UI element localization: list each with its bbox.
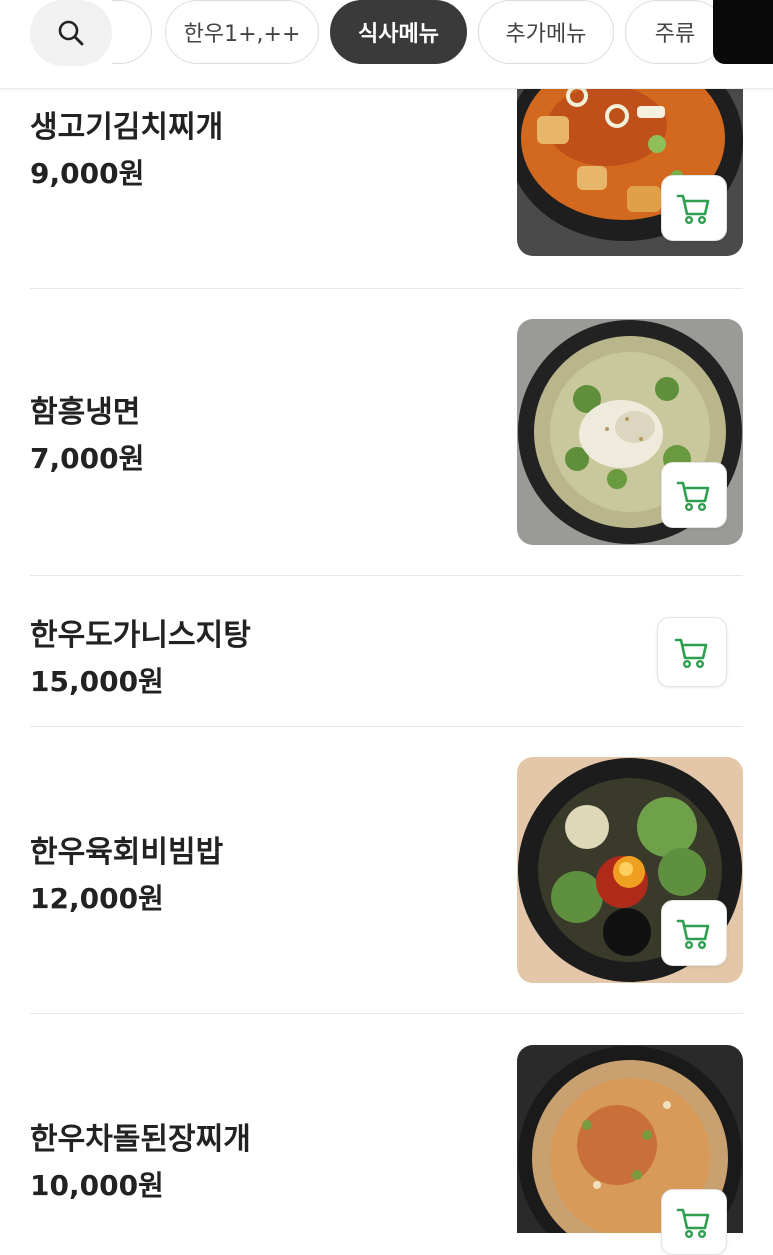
add-to-cart-button[interactable]: [657, 617, 727, 687]
item-name: 생고기김치찌개: [30, 110, 224, 145]
item-price: 12,000원: [30, 882, 164, 915]
add-to-cart-button[interactable]: [661, 462, 727, 528]
menu-item[interactable]: 한우도가니스지탕 15,000원: [30, 576, 743, 727]
cart-icon: [676, 1208, 710, 1239]
item-price: 7,000원: [30, 442, 145, 475]
category-tab-partial[interactable]: [112, 0, 152, 64]
tab-extra-menu[interactable]: 추가메뉴: [478, 0, 614, 64]
item-price: 15,000원: [30, 665, 164, 698]
item-price: 9,000원: [30, 157, 145, 190]
menu-item[interactable]: 한우차돌된장찌개 10,000원: [30, 1014, 743, 1255]
category-bar: 한우1+,++ 식사메뉴 추가메뉴 주류: [0, 0, 773, 89]
tab-label: 추가메뉴: [505, 22, 587, 47]
overlay-tab[interactable]: [713, 0, 773, 64]
add-to-cart-button[interactable]: [661, 175, 727, 241]
item-name: 한우도가니스지탕: [30, 618, 251, 653]
search-button[interactable]: [30, 0, 112, 66]
tab-label: 한우1+,++: [183, 22, 301, 47]
tab-drinks[interactable]: 주류: [625, 0, 725, 64]
item-name: 함흥냉면: [30, 395, 141, 430]
item-name: 한우차돌된장찌개: [30, 1122, 251, 1157]
search-icon: [58, 20, 84, 46]
tab-hanwoo[interactable]: 한우1+,++: [165, 0, 319, 64]
add-to-cart-button[interactable]: [661, 1189, 727, 1255]
menu-item[interactable]: 생고기김치찌개 9,000원: [30, 56, 743, 289]
item-price: 10,000원: [30, 1169, 164, 1202]
tab-label: 식사메뉴: [358, 22, 439, 47]
cart-icon: [674, 638, 708, 669]
item-name: 한우육회비빔밥: [30, 835, 224, 870]
tab-label: 주류: [654, 22, 696, 47]
menu-item[interactable]: 한우육회비빔밥 12,000원: [30, 727, 743, 1014]
cart-icon: [676, 194, 710, 225]
add-to-cart-button[interactable]: [661, 900, 727, 966]
tab-meal-menu[interactable]: 식사메뉴: [330, 0, 467, 64]
menu-item[interactable]: 함흥냉면 7,000원: [30, 289, 743, 576]
cart-icon: [676, 481, 710, 512]
cart-icon: [676, 919, 710, 950]
